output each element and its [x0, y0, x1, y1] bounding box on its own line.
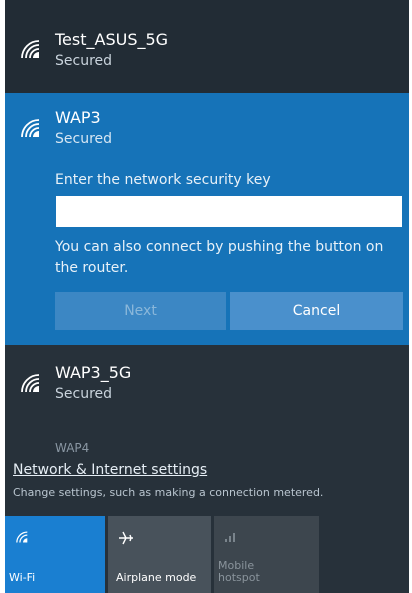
- network-settings-description: Change settings, such as making a connec…: [13, 486, 324, 499]
- wifi-icon: [16, 531, 28, 543]
- network-status: Secured: [55, 386, 113, 402]
- cancel-button[interactable]: Cancel: [230, 292, 403, 330]
- network-ssid: WAP4: [55, 441, 90, 454]
- wps-hint: You can also connect by pushing the butt…: [55, 239, 384, 276]
- network-item-wap4[interactable]: WAP4: [5, 430, 409, 454]
- tile-label-airplane-mode: Airplane mode: [116, 571, 197, 584]
- network-status: Secured: [55, 53, 113, 69]
- tile-label-hotspot: hotspot: [218, 571, 260, 584]
- network-ssid: WAP3: [55, 108, 101, 127]
- wifi-toggle-tile[interactable]: Wi-Fi: [5, 516, 105, 593]
- security-key-input[interactable]: [56, 196, 402, 227]
- network-ssid: Test_ASUS_5G: [55, 30, 169, 49]
- next-button[interactable]: Next: [55, 292, 226, 330]
- airplane-icon: [119, 531, 133, 545]
- network-status: Secured: [55, 131, 113, 147]
- wifi-signal-icon: [21, 374, 40, 393]
- network-item-wap3-5g[interactable]: WAP3_5G Secured: [5, 345, 409, 430]
- network-item-test-asus-5g[interactable]: Test_ASUS_5G Secured: [5, 0, 409, 93]
- wifi-signal-icon: [21, 40, 40, 59]
- hotspot-icon: [225, 533, 235, 542]
- wifi-signal-icon: [21, 119, 40, 138]
- network-ssid: WAP3_5G: [55, 363, 132, 382]
- security-key-prompt: Enter the network security key: [55, 172, 271, 188]
- mobile-hotspot-tile[interactable]: Mobile hotspot: [214, 516, 319, 593]
- network-settings-link[interactable]: Network & Internet settings: [13, 462, 207, 478]
- network-flyout: Test_ASUS_5G Secured WAP3 Secured Enter …: [5, 0, 409, 593]
- tile-label-wifi: Wi-Fi: [9, 571, 36, 584]
- airplane-mode-tile[interactable]: Airplane mode: [108, 516, 211, 593]
